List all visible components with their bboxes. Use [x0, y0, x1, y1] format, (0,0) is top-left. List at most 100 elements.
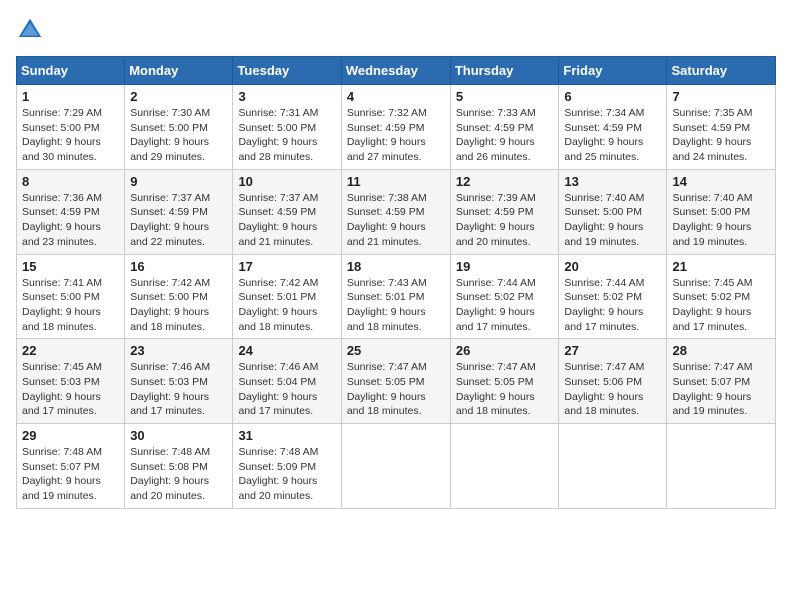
day-of-week-header: Thursday: [450, 57, 559, 85]
day-info: Sunrise: 7:44 AMSunset: 5:02 PMDaylight:…: [564, 276, 661, 335]
day-number: 14: [672, 174, 770, 189]
day-number: 28: [672, 343, 770, 358]
day-number: 9: [130, 174, 227, 189]
day-info: Sunrise: 7:44 AMSunset: 5:02 PMDaylight:…: [456, 276, 554, 335]
day-info: Sunrise: 7:30 AMSunset: 5:00 PMDaylight:…: [130, 106, 227, 165]
calendar-cell: 23 Sunrise: 7:46 AMSunset: 5:03 PMDayligh…: [125, 339, 233, 424]
calendar-cell: 27 Sunrise: 7:47 AMSunset: 5:06 PMDayligh…: [559, 339, 667, 424]
calendar-cell: 9Sunrise: 7:37 AMSunset: 4:59 PMDaylight…: [125, 169, 233, 254]
day-number: 17: [238, 259, 335, 274]
day-number: 3: [238, 89, 335, 104]
calendar-week-row: 22 Sunrise: 7:45 AMSunset: 5:03 PMDayligh…: [17, 339, 776, 424]
day-info: Sunrise: 7:43 AMSunset: 5:01 PMDaylight:…: [347, 276, 445, 335]
day-number: 7: [672, 89, 770, 104]
day-info: Sunrise: 7:33 AMSunset: 4:59 PMDaylight:…: [456, 106, 554, 165]
day-number: 8: [22, 174, 119, 189]
calendar-cell: 1 Sunrise: 7:29 AMSunset: 5:00 PMDaylight…: [17, 85, 125, 170]
day-info: Sunrise: 7:37 AMSunset: 4:59 PMDaylight:…: [238, 191, 335, 250]
day-of-week-header: Monday: [125, 57, 233, 85]
calendar-week-row: 15Sunrise: 7:41 AMSunset: 5:00 PMDayligh…: [17, 254, 776, 339]
day-info: Sunrise: 7:48 AMSunset: 5:07 PMDaylight:…: [22, 445, 119, 504]
day-number: 5: [456, 89, 554, 104]
day-info: Sunrise: 7:42 AMSunset: 5:01 PMDaylight:…: [238, 276, 335, 335]
calendar-cell: 16 Sunrise: 7:42 AMSunset: 5:00 PMDayligh…: [125, 254, 233, 339]
calendar-cell: [667, 424, 776, 509]
day-number: 6: [564, 89, 661, 104]
calendar-cell: [559, 424, 667, 509]
day-number: 27: [564, 343, 661, 358]
day-number: 23: [130, 343, 227, 358]
day-info: Sunrise: 7:36 AMSunset: 4:59 PMDaylight:…: [22, 191, 119, 250]
calendar-table: SundayMondayTuesdayWednesdayThursdayFrid…: [16, 56, 776, 509]
day-number: 24: [238, 343, 335, 358]
calendar-cell: 28 Sunrise: 7:47 AMSunset: 5:07 PMDayligh…: [667, 339, 776, 424]
calendar-cell: 3 Sunrise: 7:31 AMSunset: 5:00 PMDaylight…: [233, 85, 341, 170]
calendar-cell: 8 Sunrise: 7:36 AMSunset: 4:59 PMDaylight…: [17, 169, 125, 254]
calendar-cell: 11 Sunrise: 7:38 AMSunset: 4:59 PMDayligh…: [341, 169, 450, 254]
day-number: 26: [456, 343, 554, 358]
day-info: Sunrise: 7:42 AMSunset: 5:00 PMDaylight:…: [130, 276, 227, 335]
day-number: 21: [672, 259, 770, 274]
calendar-cell: 4 Sunrise: 7:32 AMSunset: 4:59 PMDaylight…: [341, 85, 450, 170]
calendar-cell: 10 Sunrise: 7:37 AMSunset: 4:59 PMDayligh…: [233, 169, 341, 254]
calendar-cell: 17 Sunrise: 7:42 AMSunset: 5:01 PMDayligh…: [233, 254, 341, 339]
day-number: 16: [130, 259, 227, 274]
calendar-cell: 7 Sunrise: 7:35 AMSunset: 4:59 PMDaylight…: [667, 85, 776, 170]
calendar-cell: 31 Sunrise: 7:48 AMSunset: 5:09 PMDayligh…: [233, 424, 341, 509]
calendar-cell: [450, 424, 559, 509]
calendar-cell: 14 Sunrise: 7:40 AMSunset: 5:00 PMDayligh…: [667, 169, 776, 254]
day-info: Sunrise: 7:32 AMSunset: 4:59 PMDaylight:…: [347, 106, 445, 165]
calendar-cell: [341, 424, 450, 509]
day-info: Sunrise: 7:29 AMSunset: 5:00 PMDaylight:…: [22, 106, 119, 165]
day-number: 19: [456, 259, 554, 274]
calendar-cell: 21 Sunrise: 7:45 AMSunset: 5:02 PMDayligh…: [667, 254, 776, 339]
day-number: 11: [347, 174, 445, 189]
day-number: 1: [22, 89, 119, 104]
day-info: Sunrise: 7:45 AMSunset: 5:03 PMDaylight:…: [22, 360, 119, 419]
day-info: Sunrise: 7:40 AMSunset: 5:00 PMDaylight:…: [564, 191, 661, 250]
day-info: Sunrise: 7:39 AMSunset: 4:59 PMDaylight:…: [456, 191, 554, 250]
day-number: 13: [564, 174, 661, 189]
day-info: Sunrise: 7:38 AMSunset: 4:59 PMDaylight:…: [347, 191, 445, 250]
calendar-cell: 15Sunrise: 7:41 AMSunset: 5:00 PMDayligh…: [17, 254, 125, 339]
day-info: Sunrise: 7:47 AMSunset: 5:07 PMDaylight:…: [672, 360, 770, 419]
day-info: Sunrise: 7:46 AMSunset: 5:04 PMDaylight:…: [238, 360, 335, 419]
day-info: Sunrise: 7:31 AMSunset: 5:00 PMDaylight:…: [238, 106, 335, 165]
day-number: 31: [238, 428, 335, 443]
calendar-cell: 20Sunrise: 7:44 AMSunset: 5:02 PMDayligh…: [559, 254, 667, 339]
calendar-cell: 18Sunrise: 7:43 AMSunset: 5:01 PMDayligh…: [341, 254, 450, 339]
logo-icon: [16, 16, 44, 44]
calendar-cell: 12 Sunrise: 7:39 AMSunset: 4:59 PMDayligh…: [450, 169, 559, 254]
day-number: 30: [130, 428, 227, 443]
day-info: Sunrise: 7:46 AMSunset: 5:03 PMDaylight:…: [130, 360, 227, 419]
day-info: Sunrise: 7:35 AMSunset: 4:59 PMDaylight:…: [672, 106, 770, 165]
day-info: Sunrise: 7:47 AMSunset: 5:06 PMDaylight:…: [564, 360, 661, 419]
day-of-week-header: Friday: [559, 57, 667, 85]
calendar-cell: 22 Sunrise: 7:45 AMSunset: 5:03 PMDayligh…: [17, 339, 125, 424]
calendar-cell: 13 Sunrise: 7:40 AMSunset: 5:00 PMDayligh…: [559, 169, 667, 254]
day-number: 12: [456, 174, 554, 189]
calendar-cell: 5 Sunrise: 7:33 AMSunset: 4:59 PMDaylight…: [450, 85, 559, 170]
day-number: 10: [238, 174, 335, 189]
calendar-cell: 24 Sunrise: 7:46 AMSunset: 5:04 PMDayligh…: [233, 339, 341, 424]
page-header: [16, 16, 776, 44]
day-info: Sunrise: 7:47 AMSunset: 5:05 PMDaylight:…: [347, 360, 445, 419]
day-number: 15: [22, 259, 119, 274]
day-info: Sunrise: 7:45 AMSunset: 5:02 PMDaylight:…: [672, 276, 770, 335]
calendar-cell: 25 Sunrise: 7:47 AMSunset: 5:05 PMDayligh…: [341, 339, 450, 424]
day-number: 22: [22, 343, 119, 358]
day-info: Sunrise: 7:40 AMSunset: 5:00 PMDaylight:…: [672, 191, 770, 250]
day-info: Sunrise: 7:48 AMSunset: 5:08 PMDaylight:…: [130, 445, 227, 504]
calendar-week-row: 29 Sunrise: 7:48 AMSunset: 5:07 PMDayligh…: [17, 424, 776, 509]
day-number: 2: [130, 89, 227, 104]
day-info: Sunrise: 7:48 AMSunset: 5:09 PMDaylight:…: [238, 445, 335, 504]
calendar-cell: 30 Sunrise: 7:48 AMSunset: 5:08 PMDayligh…: [125, 424, 233, 509]
day-of-week-header: Wednesday: [341, 57, 450, 85]
day-of-week-header: Sunday: [17, 57, 125, 85]
calendar-cell: 2 Sunrise: 7:30 AMSunset: 5:00 PMDaylight…: [125, 85, 233, 170]
day-of-week-header: Tuesday: [233, 57, 341, 85]
day-number: 25: [347, 343, 445, 358]
calendar-cell: 29 Sunrise: 7:48 AMSunset: 5:07 PMDayligh…: [17, 424, 125, 509]
day-number: 4: [347, 89, 445, 104]
day-number: 29: [22, 428, 119, 443]
